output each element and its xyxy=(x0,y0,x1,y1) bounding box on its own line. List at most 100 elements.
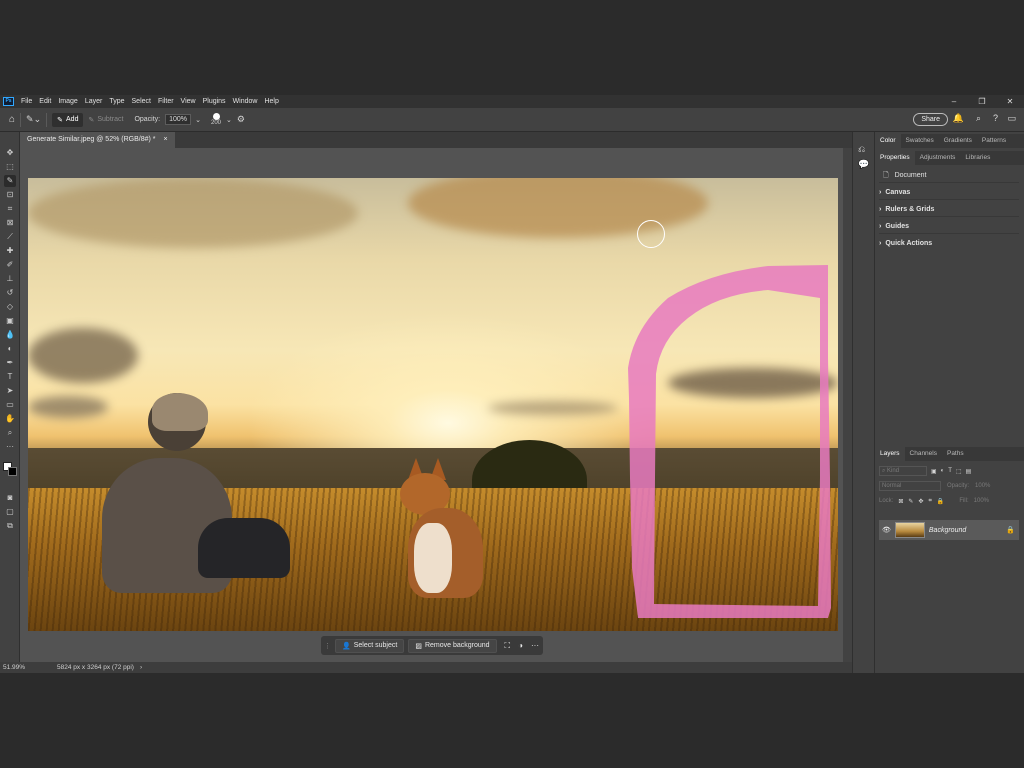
help-icon[interactable]: ? xyxy=(993,113,998,123)
background-color-swatch[interactable] xyxy=(8,467,17,476)
section-quick-actions[interactable]: › Quick Actions xyxy=(879,236,1019,251)
chevron-down-icon[interactable]: ⌄ xyxy=(195,116,201,124)
blur-tool-icon[interactable]: 💧 xyxy=(4,329,16,341)
share-button[interactable]: Share xyxy=(913,113,948,126)
tab-adjustments[interactable]: Adjustments xyxy=(915,151,961,165)
notifications-bell-icon[interactable]: 🔔 xyxy=(953,113,964,124)
tab-paths[interactable]: Paths xyxy=(942,447,969,461)
filter-type-icon[interactable]: T xyxy=(948,468,952,474)
menu-help[interactable]: Help xyxy=(261,98,282,105)
section-canvas[interactable]: › Canvas xyxy=(879,185,1019,200)
drag-handle-icon[interactable]: ⋮ xyxy=(324,642,331,650)
layer-lock-icon[interactable]: 🔒 xyxy=(1006,526,1015,534)
lock-transparent-icon[interactable]: ⊠ xyxy=(898,498,903,505)
filter-smart-icon[interactable]: ▤ xyxy=(966,468,972,475)
document-image[interactable] xyxy=(28,178,838,631)
marquee-tool-icon[interactable]: ⬚ xyxy=(4,161,16,173)
settings-gear-icon[interactable]: ⚙ xyxy=(237,114,245,125)
menu-layer[interactable]: Layer xyxy=(82,98,107,105)
path-selection-tool-icon[interactable]: ➤ xyxy=(4,385,16,397)
quick-mask-icon[interactable]: ◙ xyxy=(4,492,16,504)
menu-view[interactable]: View xyxy=(178,98,200,105)
tab-gradients[interactable]: Gradients xyxy=(939,134,977,148)
gradient-tool-icon[interactable]: ▣ xyxy=(4,315,16,327)
layer-row-background[interactable]: 👁 Background 🔒 xyxy=(879,520,1019,540)
tab-channels[interactable]: Channels xyxy=(905,447,942,461)
frame-tool-icon[interactable]: ⊠ xyxy=(4,217,16,229)
minimize-icon[interactable]: – xyxy=(940,95,968,108)
object-selection-tool-icon[interactable]: ⊡ xyxy=(4,189,16,201)
type-tool-icon[interactable]: T xyxy=(4,371,16,383)
menu-edit[interactable]: Edit xyxy=(36,98,55,105)
lock-all-icon[interactable]: 🔒 xyxy=(937,498,944,505)
history-panel-icon[interactable]: ⎌ xyxy=(858,144,865,155)
pen-tool-icon[interactable]: ✒ xyxy=(4,357,16,369)
dodge-tool-icon[interactable]: ◐ xyxy=(4,343,16,355)
hand-tool-icon[interactable]: ✋ xyxy=(4,413,16,425)
close-icon[interactable]: ✕ xyxy=(996,95,1024,108)
workspace-icon[interactable]: ▭ xyxy=(1007,113,1016,124)
mask-icon[interactable]: ⛶ xyxy=(505,641,511,651)
layer-opacity-value[interactable]: 100% xyxy=(975,483,990,489)
section-guides[interactable]: › Guides xyxy=(879,219,1019,234)
brush-tool-icon[interactable]: ✐ xyxy=(4,259,16,271)
screen-mode-icon[interactable]: ▢ xyxy=(4,506,16,518)
more-tools-icon[interactable]: ··· xyxy=(4,441,16,453)
zoom-tool-icon[interactable]: ⌕ xyxy=(4,427,16,439)
lock-pixels-icon[interactable]: ✎ xyxy=(908,498,913,505)
document-tab[interactable]: Generate Similar.jpeg @ 52% (RGB/8#) * × xyxy=(20,132,175,148)
add-mode-button[interactable]: ✎ Add xyxy=(52,112,84,127)
home-icon[interactable]: ⌂ xyxy=(9,114,15,125)
menu-file[interactable]: File xyxy=(18,98,36,105)
select-subject-button[interactable]: 👤 Select subject xyxy=(335,638,405,653)
tab-patterns[interactable]: Patterns xyxy=(977,134,1011,148)
rectangle-tool-icon[interactable]: ▭ xyxy=(4,399,16,411)
menu-image[interactable]: Image xyxy=(55,98,81,105)
history-brush-tool-icon[interactable]: ↺ xyxy=(4,287,16,299)
close-tab-icon[interactable]: × xyxy=(164,132,168,148)
menu-select[interactable]: Select xyxy=(129,98,155,105)
menu-filter[interactable]: Filter xyxy=(155,98,178,105)
eraser-tool-icon[interactable]: ◇ xyxy=(4,301,16,313)
fill-value[interactable]: 100% xyxy=(974,498,989,504)
lock-position-icon[interactable]: ✥ xyxy=(918,498,923,505)
menu-type[interactable]: Type xyxy=(106,98,128,105)
selection-brush-preset-icon[interactable]: ✎⌄ xyxy=(26,114,41,125)
search-icon[interactable]: ⌕ xyxy=(976,113,981,124)
brush-size-picker[interactable]: 200 xyxy=(211,113,221,126)
tab-swatches[interactable]: Swatches xyxy=(901,134,939,148)
crop-tool-icon[interactable]: ⌗ xyxy=(4,203,16,215)
chevron-down-icon[interactable]: ⌄ xyxy=(226,116,232,124)
more-options-icon[interactable]: ··· xyxy=(531,641,539,650)
filter-shape-icon[interactable]: ⬚ xyxy=(956,468,962,475)
kind-filter-select[interactable]: ⌕ Kind xyxy=(879,466,927,476)
visibility-eye-icon[interactable]: 👁 xyxy=(882,526,891,534)
layer-name[interactable]: Background xyxy=(929,527,966,534)
opacity-input[interactable]: 100% xyxy=(165,114,192,125)
filter-pixel-icon[interactable]: ▣ xyxy=(931,468,937,475)
eyedropper-tool-icon[interactable]: ⟋ xyxy=(4,231,16,243)
tab-properties[interactable]: Properties xyxy=(875,151,915,165)
lock-artboard-icon[interactable]: ⌗ xyxy=(928,498,931,505)
maximize-icon[interactable]: ❐ xyxy=(968,95,996,108)
filter-adjust-icon[interactable]: ◐ xyxy=(941,468,945,474)
comments-panel-icon[interactable]: 💬 xyxy=(858,159,869,170)
tab-layers[interactable]: Layers xyxy=(875,447,905,461)
section-rulers-grids[interactable]: › Rulers & Grids xyxy=(879,202,1019,217)
edit-toolbar-icon[interactable]: ⧉ xyxy=(4,520,16,532)
remove-background-button[interactable]: ▨ Remove background xyxy=(408,638,497,653)
move-tool-icon[interactable]: ✥ xyxy=(4,147,16,159)
menu-window[interactable]: Window xyxy=(230,98,262,105)
healing-brush-tool-icon[interactable]: ✚ xyxy=(4,245,16,257)
tab-color[interactable]: Color xyxy=(875,134,901,148)
blend-mode-select[interactable]: Normal xyxy=(879,481,941,491)
canvas-area[interactable]: ⋮ 👤 Select subject ▨ Remove background ⛶… xyxy=(20,148,852,662)
tab-libraries[interactable]: Libraries xyxy=(960,151,995,165)
zoom-level[interactable]: 51.99% xyxy=(3,662,25,673)
clone-stamp-tool-icon[interactable]: ⊥ xyxy=(4,273,16,285)
status-menu-arrow[interactable]: › xyxy=(140,662,142,673)
vertical-scrollbar[interactable] xyxy=(843,148,852,662)
menu-plugins[interactable]: Plugins xyxy=(200,98,230,105)
adjustment-icon[interactable]: ◑ xyxy=(518,641,523,650)
subtract-mode-button[interactable]: ✎ Subtract xyxy=(83,113,128,127)
